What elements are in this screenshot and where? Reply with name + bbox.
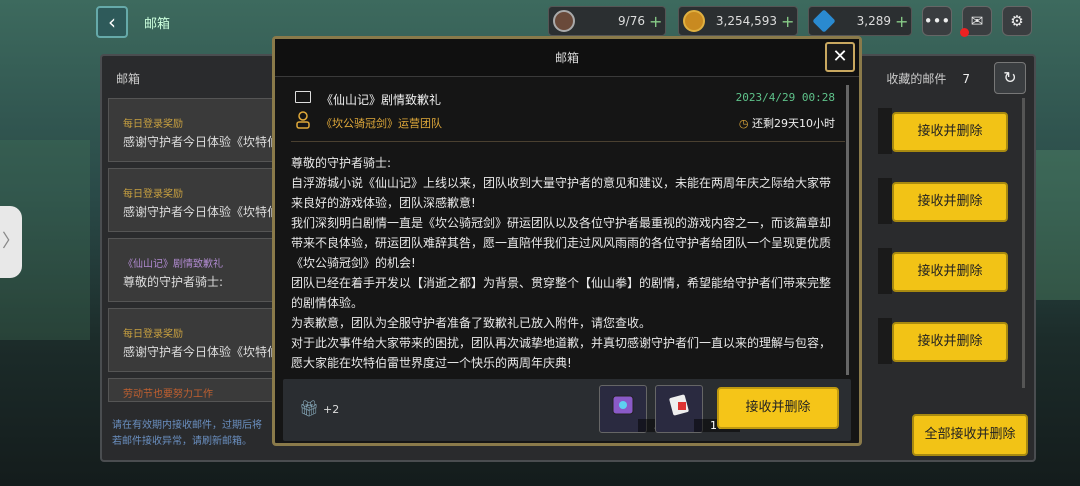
receive-delete-button[interactable]: 接收并删除	[892, 182, 1008, 222]
add-gold-button[interactable]: +	[781, 12, 797, 31]
mail-category: 劳动节也要努力工作	[123, 389, 213, 400]
receive-delete-button[interactable]: 接收并删除	[892, 252, 1008, 292]
clock-icon: ◷	[738, 117, 752, 130]
mail-category: 每日登录奖励	[123, 189, 183, 200]
envelope-icon: ✉	[970, 12, 984, 30]
gem-counter: 3,289 +	[808, 6, 912, 36]
mail-item[interactable]: 《仙山记》剧情致歉礼 尊敬的守护者骑士:	[108, 238, 278, 302]
attachments-bar: 🎁︎ +2 30 10 接收并删除	[283, 379, 851, 441]
gift-icon[interactable]: 🎁︎	[299, 399, 319, 418]
gold-counter: 3,254,593 +	[678, 6, 798, 36]
coffee-icon	[553, 10, 575, 32]
expiry-time: ◷ 还剩29天10小时	[739, 115, 835, 131]
stamina-value: 9/76	[618, 14, 645, 28]
collected-count: 7	[962, 72, 970, 86]
mail-subject: 感谢守护者今日体验《坎特伯	[123, 205, 273, 219]
envelope-icon	[295, 91, 311, 103]
mail-thumb	[878, 108, 892, 154]
add-gem-button[interactable]: +	[895, 12, 911, 31]
mail-footnote: 请在有效期内接收邮件，过期后将 若邮件接收异常，请刷新邮箱。	[112, 420, 262, 447]
close-button[interactable]: ✕	[825, 42, 855, 72]
settings-button[interactable]: ⚙	[1002, 6, 1032, 36]
mail-item[interactable]: 劳动节也要努力工作	[108, 378, 278, 402]
ticket-icon	[669, 394, 689, 416]
mail-subject: 感谢守护者今日体验《坎特伯	[123, 135, 273, 149]
mail-subject: 感谢守护者今日体验《坎特伯	[123, 345, 273, 359]
mail-category: 每日登录奖励	[123, 329, 183, 340]
mail-date: 2023/4/29 00:28	[735, 91, 835, 104]
mail-subject: 《仙山记》剧情致歉礼	[321, 93, 442, 107]
mail-detail-dialog: 邮箱 ✕ 《仙山记》剧情致歉礼 2023/4/29 00:28 《坎公骑冠剑》运…	[272, 36, 862, 446]
mail-category: 每日登录奖励	[123, 119, 183, 130]
receive-delete-button[interactable]: 接收并删除	[717, 387, 839, 429]
list-scrollbar[interactable]	[1022, 98, 1025, 388]
mail-category: 《仙山记》剧情致歉礼	[123, 259, 223, 270]
add-stamina-button[interactable]: +	[649, 12, 665, 31]
gold-value: 3,254,593	[715, 14, 777, 28]
attachment-item[interactable]: 10	[655, 385, 740, 433]
collected-mails: 收藏的邮件 7	[886, 70, 970, 87]
receive-delete-button[interactable]: 接收并删除	[892, 322, 1008, 362]
mail-item[interactable]: 每日登录奖励感谢守护者今日体验《坎特伯	[108, 308, 278, 372]
panel-title: 邮箱	[116, 72, 141, 86]
mail-thumb	[878, 178, 892, 224]
receive-delete-button[interactable]: 接收并删除	[892, 112, 1008, 152]
mail-thumb	[878, 318, 892, 364]
refresh-button[interactable]: ↻	[994, 62, 1026, 94]
dialog-title: 邮箱	[275, 39, 859, 77]
mail-item[interactable]: 每日登录奖励感谢守护者今日体验《坎特伯	[108, 98, 278, 162]
receive-all-button[interactable]: 全部接收并删除	[912, 414, 1028, 456]
mail-body: 尊敬的守护者骑士: 自浮游城小说《仙山记》上线以来，团队收到大量守护者的意见和建…	[291, 156, 832, 370]
notification-dot	[960, 28, 969, 37]
mail-subject: 尊敬的守护者骑士:	[123, 275, 224, 289]
body-scrollbar[interactable]	[846, 85, 849, 375]
chat-button[interactable]: •••	[922, 6, 952, 36]
gem-icon	[812, 9, 836, 33]
side-drawer-tab[interactable]: 〉	[0, 206, 22, 278]
attachment-item[interactable]: 30	[599, 385, 684, 433]
close-icon: ✕	[832, 46, 848, 67]
collected-label: 收藏的邮件	[886, 72, 947, 86]
mail-item[interactable]: 每日登录奖励感谢守护者今日体验《坎特伯	[108, 168, 278, 232]
mail-sender: 《坎公骑冠剑》运营团队	[321, 117, 442, 130]
back-button[interactable]: ‹	[96, 6, 128, 38]
divider	[291, 141, 845, 142]
expiry-text: 还剩29天10小时	[752, 117, 835, 130]
extra-gifts-count: +2	[323, 403, 340, 416]
mail-thumb	[878, 248, 892, 294]
chat-icon: •••	[923, 12, 951, 30]
sender-icon	[296, 111, 310, 129]
gem-value: 3,289	[856, 14, 891, 28]
page-title: 邮箱	[144, 17, 171, 32]
gem-box-icon	[612, 395, 634, 415]
gear-icon: ⚙	[1010, 12, 1024, 30]
stamina-counter: 9/76 +	[548, 6, 666, 36]
coin-icon	[683, 10, 705, 32]
refresh-icon: ↻	[1003, 68, 1017, 87]
